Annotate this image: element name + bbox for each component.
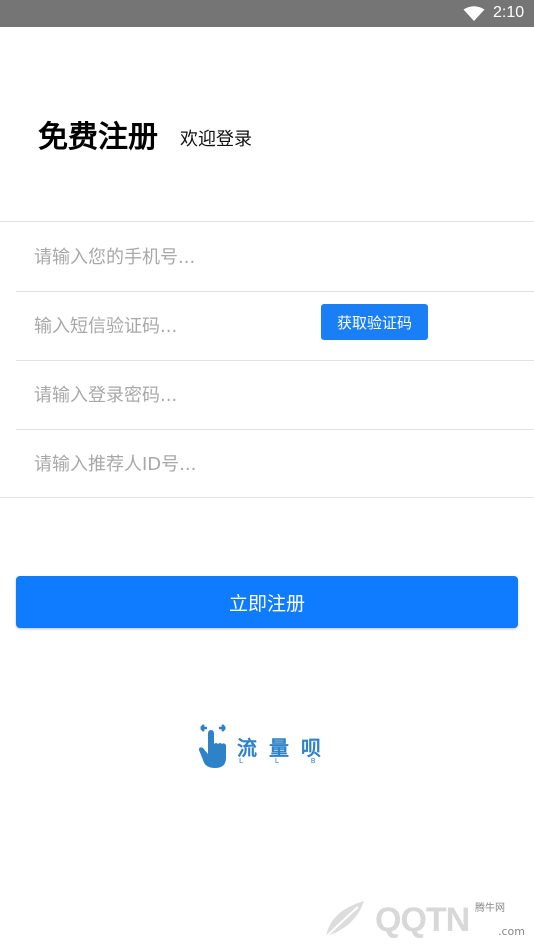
hand-tap-icon — [199, 724, 226, 768]
wifi-icon — [463, 6, 485, 21]
divider — [16, 429, 534, 430]
watermark-domain: .com — [498, 925, 525, 938]
get-sms-code-button[interactable]: 获取验证码 — [321, 304, 428, 340]
app-logo: 流量呗 LLB — [193, 724, 353, 774]
sms-code-input[interactable] — [34, 312, 304, 340]
divider — [0, 497, 534, 498]
divider — [0, 221, 534, 222]
status-time: 2:10 — [493, 4, 525, 21]
login-link[interactable]: 欢迎登录 — [180, 125, 252, 151]
referrer-id-input[interactable] — [34, 450, 304, 478]
leaf-icon — [325, 901, 364, 938]
status-bar: 2:10 — [0, 0, 534, 27]
password-input[interactable] — [34, 381, 304, 409]
watermark-cn: 腾牛网 — [475, 903, 505, 914]
watermark-text: QQTN — [375, 901, 470, 939]
register-button[interactable]: 立即注册 — [16, 576, 518, 628]
page-title: 免费注册 — [38, 120, 158, 155]
divider — [16, 360, 534, 361]
qqtn-watermark: QQTN 腾牛网 .com — [320, 895, 530, 945]
phone-input[interactable] — [34, 243, 304, 271]
logo-letters: LLB — [239, 757, 348, 765]
divider — [16, 291, 534, 292]
